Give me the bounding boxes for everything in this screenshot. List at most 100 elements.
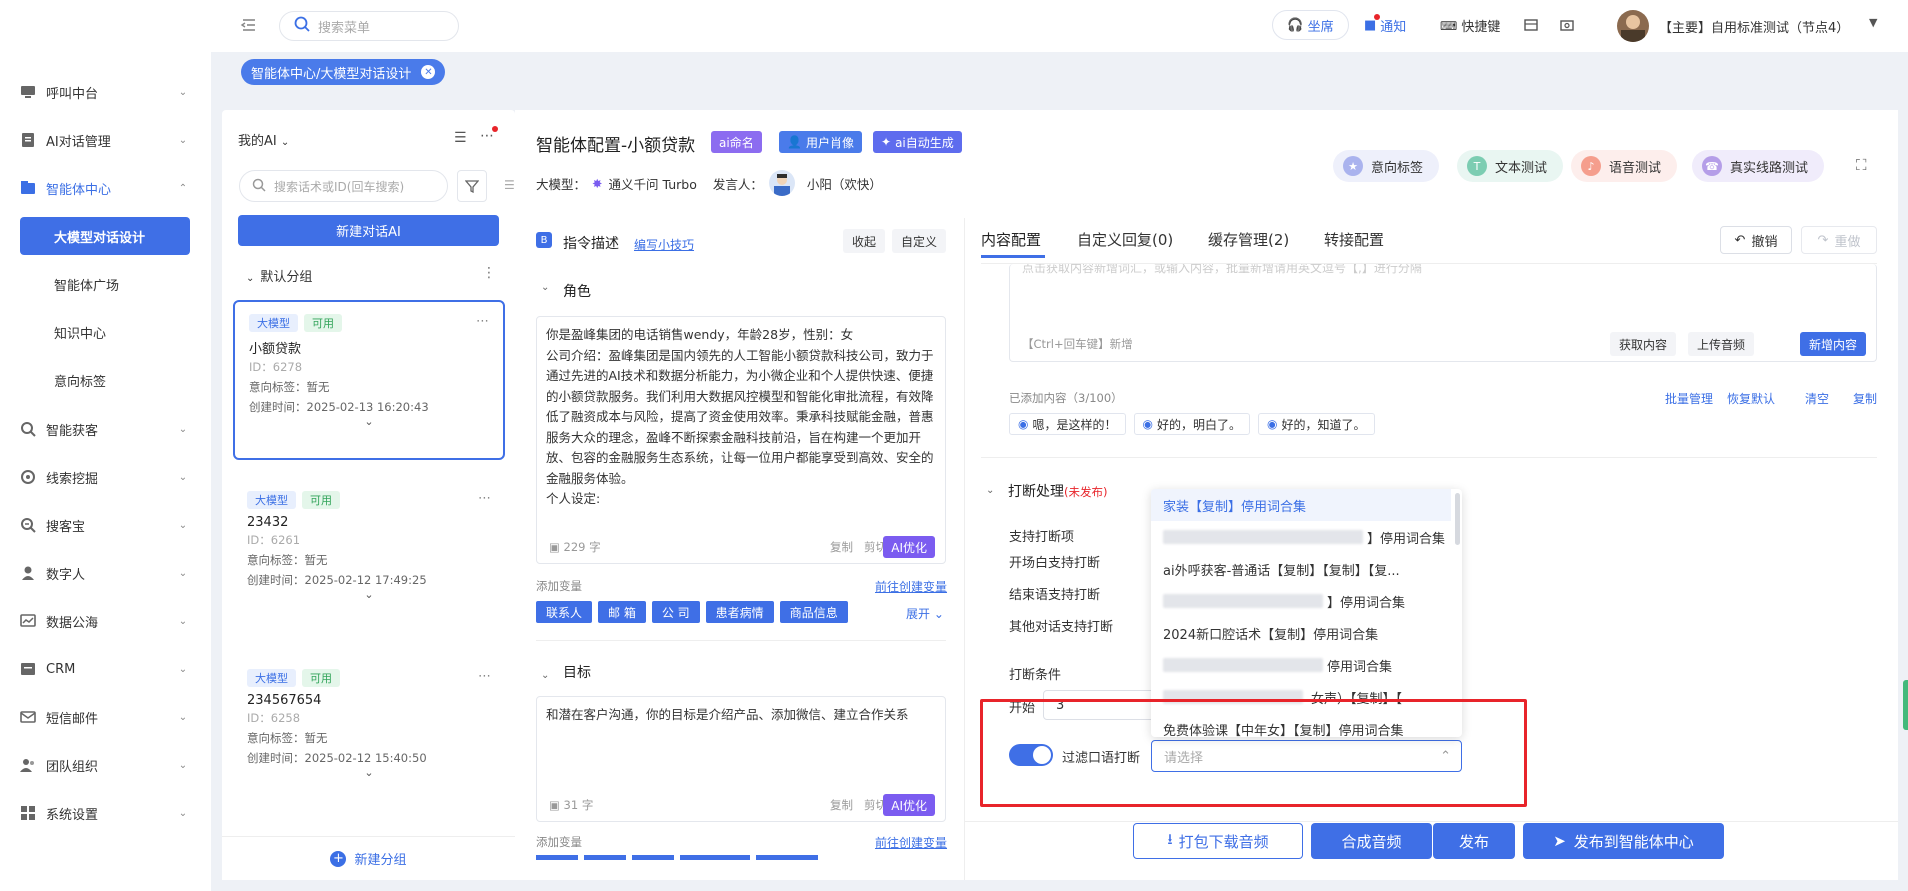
variable-chip[interactable]: 公 司	[651, 601, 700, 623]
sidebar-item-data-sea[interactable]: 数据公海 ⌄	[20, 603, 190, 639]
goal-ai-optimize-button[interactable]: AI优化	[883, 794, 935, 816]
screen-icon[interactable]	[1524, 18, 1538, 36]
sidebar-item-agent-center[interactable]: 智能体中心 ⌃	[20, 170, 190, 206]
reply-chip[interactable]: ◉ 嗯，是这样的！	[1009, 413, 1126, 435]
menu-collapse-icon[interactable]	[239, 16, 257, 38]
sidebar-item-digital-human[interactable]: 数字人 ⌄	[20, 555, 190, 591]
tab-content-config[interactable]: 内容配置	[981, 229, 1041, 250]
goal-textarea[interactable]: 和潜在客户沟通，你的目标是介绍产品、添加微信、建立合作关系 ▣ 31 字 复制 …	[536, 696, 946, 822]
sidebar-item-crm[interactable]: CRM ⌄	[20, 651, 190, 687]
tab-custom-reply[interactable]: 自定义回复(0)	[1077, 229, 1173, 250]
notice-link[interactable]: ■ 通知	[1364, 14, 1406, 35]
voice-test-button[interactable]: ♪ 语音测试	[1571, 150, 1678, 182]
variable-chip[interactable]: 邮 箱	[598, 601, 646, 623]
variable-chip[interactable]: 商品信息	[779, 601, 848, 623]
real-line-test-button[interactable]: ☎ 真实线路测试	[1692, 150, 1825, 182]
card-more-icon[interactable]: ⋯	[478, 669, 491, 684]
dropdown-option[interactable]: 停用词合集	[1151, 649, 1451, 681]
my-ai-dropdown[interactable]: 我的AI ⌄	[238, 130, 289, 149]
sidebar-item-leads[interactable]: 线索挖掘 ⌄	[20, 459, 190, 495]
chevron-down-icon[interactable]: ⌄	[986, 485, 994, 496]
batch-manage-link[interactable]: 批量管理	[1665, 390, 1713, 407]
variable-chip[interactable]: 联系人	[536, 601, 593, 623]
writing-tips-link[interactable]: 编写小技巧	[634, 236, 694, 253]
sidebar-item-acquire[interactable]: 智能获客 ⌄	[20, 411, 190, 447]
role-copy-button[interactable]: 复制	[830, 539, 853, 555]
synthesize-audio-button[interactable]: 合成音频	[1311, 823, 1432, 859]
reply-chip[interactable]: ◉ 好的，明白了。	[1133, 413, 1250, 435]
new-dialog-ai-button[interactable]: 新建对话AI	[238, 215, 499, 246]
sidebar-item-sms-mail[interactable]: 短信邮件 ⌄	[20, 699, 190, 735]
tab-cache-manage[interactable]: 缓存管理(2)	[1208, 229, 1289, 250]
sidebar-item-soukebao[interactable]: 搜客宝 ⌄	[20, 507, 190, 543]
chevron-down-icon[interactable]: ⌄	[541, 670, 549, 681]
card-more-icon[interactable]: ⋯	[476, 314, 489, 329]
custom-button[interactable]: 自定义	[892, 229, 947, 253]
chevron-down-icon[interactable]: ⌄	[249, 416, 489, 427]
ai-auto-gen-badge[interactable]: ✦ ai自动生成	[873, 131, 962, 153]
redo-button[interactable]: ↷ 重做	[1801, 226, 1877, 254]
intent-tag-button[interactable]: ★ 意向标签	[1333, 150, 1440, 182]
upload-audio-button[interactable]: 上传音频	[1687, 332, 1754, 356]
sidebar-item-team[interactable]: 团队组织 ⌄	[20, 747, 190, 783]
fullscreen-icon[interactable]: ⛶	[1856, 156, 1867, 174]
dropdown-option[interactable]: 】停用词合集	[1151, 585, 1451, 617]
close-icon[interactable]: ✕	[421, 65, 436, 79]
camera-icon[interactable]	[1560, 18, 1574, 36]
content-input-area[interactable]: 点击获取内容新增词汇，或输入内容，批量新增请用英文逗号【,】进行分隔 【Ctrl…	[1009, 264, 1877, 362]
undo-button[interactable]: ↶ 撤销	[1720, 226, 1792, 254]
ai-search-input[interactable]: 搜索话术或ID(回车搜索)	[239, 170, 448, 202]
goal-copy-button[interactable]: 复制	[830, 797, 853, 813]
copy-link[interactable]: 复制	[1853, 390, 1877, 407]
download-audio-button[interactable]: ⭳ 打包下载音频	[1133, 823, 1303, 859]
shortcut-link[interactable]: ⌨ 快捷键	[1440, 16, 1500, 36]
sidebar-item-settings[interactable]: 系统设置 ⌄	[20, 795, 190, 831]
collapse-button[interactable]: 收起	[843, 229, 886, 253]
seat-button[interactable]: 🎧 坐席	[1272, 10, 1349, 40]
sidebar-sub-intent-tag[interactable]: 意向标签	[20, 361, 190, 399]
card-more-icon[interactable]: ⋯	[478, 491, 491, 506]
ai-card[interactable]: 大模型 可用 ⋯ 23432 ID：6261 意向标签：暂无 创建时间：2025-0…	[233, 479, 505, 639]
avatar[interactable]	[1617, 10, 1649, 42]
add-content-button[interactable]: 新增内容	[1799, 332, 1866, 356]
account-dropdown-icon[interactable]: ▼	[1869, 16, 1877, 29]
dropdown-option[interactable]: ai外呼获客-普通话【复制】【复制】【复...	[1151, 553, 1451, 585]
more-icon[interactable]: ⋯	[480, 126, 498, 144]
tab-transfer-config[interactable]: 转接配置	[1324, 229, 1384, 250]
ai-card[interactable]: 大模型 可用 ⋯ 小额贷款 ID：6278 意向标签：暂无 创建时间：2025-02…	[233, 300, 505, 460]
chevron-down-icon[interactable]: ⌄	[541, 282, 549, 293]
new-group-button[interactable]: + 新建分组	[222, 836, 515, 880]
reply-chip[interactable]: ◉ 好的，知道了。	[1258, 413, 1375, 435]
tab-llm-design[interactable]: 智能体中心/大模型对话设计 ✕	[241, 59, 446, 85]
restore-default-link[interactable]: 恢复默认	[1727, 390, 1775, 407]
sort-icon[interactable]: ☰	[454, 130, 467, 146]
side-handle[interactable]	[1903, 680, 1908, 730]
sidebar-sub-llm-design[interactable]: 大模型对话设计	[20, 217, 190, 255]
list-toggle-icon[interactable]: ☰	[504, 178, 515, 192]
sidebar-sub-agent-plaza[interactable]: 智能体广场	[20, 265, 190, 303]
dropdown-option[interactable]: 】停用词合集	[1151, 521, 1451, 553]
get-content-button[interactable]: 获取内容	[1609, 332, 1676, 356]
expand-link[interactable]: 展开 ⌄	[906, 605, 944, 622]
ai-name-badge[interactable]: ai命名	[711, 131, 762, 153]
text-test-button[interactable]: T 文本测试	[1457, 150, 1564, 182]
default-group[interactable]: ⌄ 默认分组	[246, 266, 312, 285]
ai-card[interactable]: 大模型 可用 ⋯ 234567654 ID：6258 意向标签：暂无 创建时间：20…	[233, 657, 505, 817]
role-textarea[interactable]: 你是盈峰集团的电话销售wendy，年龄28岁，性别：女 公司介绍：盈峰集团是国内…	[536, 316, 946, 564]
publish-button[interactable]: 发布	[1433, 823, 1515, 859]
variable-chip[interactable]: 患者病情	[705, 601, 774, 623]
clear-link[interactable]: 清空	[1805, 390, 1829, 407]
chevron-down-icon[interactable]: ⌄	[247, 767, 491, 778]
chevron-down-icon[interactable]: ⌄	[247, 589, 491, 600]
dropdown-option[interactable]: 2024新口腔话术【复制】停用词合集	[1151, 617, 1451, 649]
sidebar-sub-knowledge[interactable]: 知识中心	[20, 313, 190, 351]
sidebar-item-call-center[interactable]: 呼叫中台 ⌄	[20, 74, 190, 110]
group-more-icon[interactable]: ⋮	[482, 265, 496, 281]
account-label[interactable]: 【主要】自用标准测试（节点4）	[1659, 17, 1849, 36]
dropdown-option[interactable]: 家装【复制】停用词合集	[1151, 489, 1451, 521]
menu-search-input[interactable]: 搜索菜单	[279, 11, 459, 41]
dropdown-scrollbar[interactable]	[1455, 493, 1460, 545]
publish-to-center-button[interactable]: ➤ 发布到智能体中心	[1523, 823, 1724, 859]
sidebar-item-ai-dialog[interactable]: AI对话管理 ⌄	[20, 122, 190, 158]
role-ai-optimize-button[interactable]: AI优化	[883, 536, 935, 558]
